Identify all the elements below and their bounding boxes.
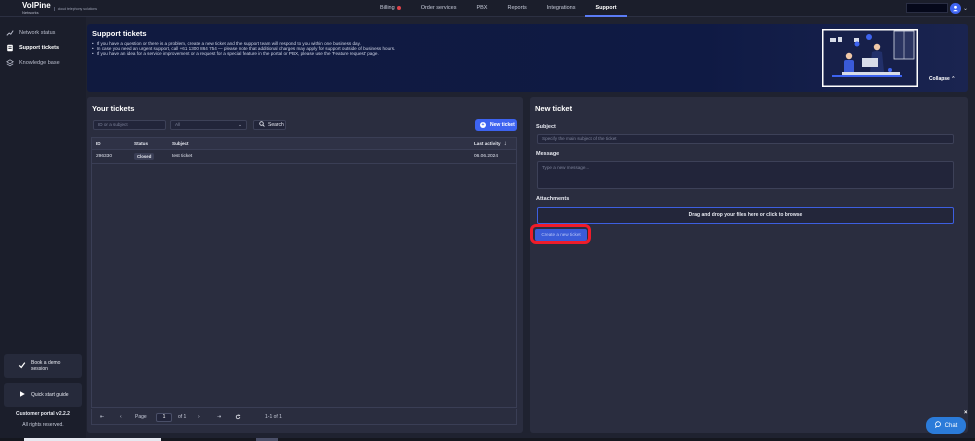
column-subject[interactable]: Subject xyxy=(172,138,189,149)
sidebar-item-support-tickets[interactable]: Support tickets xyxy=(6,42,59,54)
column-status[interactable]: Status xyxy=(134,138,148,149)
logo-name: VolPine xyxy=(22,1,51,10)
new-ticket-panel: New ticket xyxy=(530,97,968,433)
nav-support[interactable]: Support xyxy=(585,0,627,17)
highlight-annotation xyxy=(530,224,591,244)
nav-order-services-label: Order services xyxy=(420,5,457,11)
sidebar-item-label: Support tickets xyxy=(19,45,60,51)
nav-billing-label: Billing xyxy=(380,5,395,11)
next-page-icon[interactable]: › xyxy=(198,409,200,425)
close-icon[interactable]: × xyxy=(964,410,968,416)
column-last-activity-label: Last activity xyxy=(474,141,501,146)
banner-info-list: If you have a question or there is a pro… xyxy=(92,41,396,57)
nav-support-label: Support xyxy=(595,5,617,11)
nav-reports-label: Reports xyxy=(507,5,527,11)
column-id[interactable]: ID xyxy=(96,138,101,149)
new-ticket-label: New ticket xyxy=(490,122,515,128)
ticket-id: 296330 xyxy=(96,154,113,159)
subject-label: Subject xyxy=(536,124,556,130)
chat-label: Chat xyxy=(944,422,958,429)
book-demo-card[interactable]: Book a demo session xyxy=(4,354,82,378)
plus-icon: + xyxy=(480,122,486,128)
attachments-label: Attachments xyxy=(536,196,570,202)
tickets-table: ID Status Subject Last activity ↓ 296330… xyxy=(91,137,517,408)
check-icon xyxy=(18,361,26,371)
table-header: ID Status Subject Last activity ↓ xyxy=(92,138,516,150)
message-textarea[interactable]: Type a new message... xyxy=(537,161,954,189)
search-button[interactable]: Search xyxy=(253,120,286,130)
file-dropzone[interactable]: Drag and drop your files here or click t… xyxy=(537,207,954,224)
logo-sub: Networks xyxy=(22,10,39,15)
portal-version: Customer portal v2.2.2 xyxy=(16,411,70,417)
nav-integrations-label: Integrations xyxy=(546,5,576,11)
company-logo[interactable]: VolPine Networks cloud telephony solutio… xyxy=(22,1,97,16)
new-ticket-title: New ticket xyxy=(535,104,573,113)
pagination-bar: ⇤ ‹ Page 1 of 1 › ⇥ 1-1 of 1 xyxy=(91,409,517,425)
account-name-box[interactable] xyxy=(906,3,948,13)
column-last-activity[interactable]: Last activity ↓ xyxy=(474,138,507,149)
message-label: Message xyxy=(536,151,560,157)
new-ticket-button[interactable]: + New ticket xyxy=(475,119,517,131)
nav-pbx-label: PBX xyxy=(476,5,488,11)
book-demo-label: Book a demo session xyxy=(31,360,61,372)
ticket-search-input[interactable]: ID or a subject xyxy=(93,120,166,130)
page-total: of 1 xyxy=(178,414,187,420)
support-info-banner: Support tickets If you have a question o… xyxy=(87,24,968,92)
table-row[interactable]: 296330 Closed test ticket 06.06.2024 xyxy=(92,150,516,164)
user-avatar-icon[interactable] xyxy=(950,3,961,14)
your-tickets-title: Your tickets xyxy=(92,104,135,113)
top-navigation-bar: VolPine Networks cloud telephony solutio… xyxy=(0,0,975,17)
logo-tagline: cloud telephony solutions xyxy=(53,6,97,11)
sidebar-item-knowledge-base[interactable]: Knowledge base xyxy=(6,57,60,69)
subject-input[interactable]: Specify the main subject of the ticket xyxy=(537,134,954,144)
ticket-last-activity: 06.06.2024 xyxy=(474,154,499,159)
search-button-label: Search xyxy=(268,122,284,128)
play-icon xyxy=(18,390,26,400)
status-badge: Closed xyxy=(134,153,155,160)
nav-reports[interactable]: Reports xyxy=(497,0,536,17)
subject-placeholder: Specify the main subject of the ticket xyxy=(542,136,617,141)
collapse-button[interactable]: Collapse ⌃ xyxy=(929,76,955,82)
nav-billing[interactable]: Billing xyxy=(370,0,411,17)
sidebar-item-label: Network status xyxy=(19,30,56,36)
chat-bubble-icon xyxy=(934,421,942,430)
alert-dot-icon xyxy=(396,5,401,10)
chevron-down-icon[interactable]: ⌄ xyxy=(963,5,968,12)
page-range: 1-1 of 1 xyxy=(265,414,282,420)
nav-order-services[interactable]: Order services xyxy=(411,0,467,17)
chevron-up-icon: ⌃ xyxy=(951,76,956,82)
nav-integrations[interactable]: Integrations xyxy=(537,0,586,17)
search-placeholder: ID or a subject xyxy=(98,122,128,127)
nav-pbx[interactable]: PBX xyxy=(466,0,497,17)
sort-arrow-down-icon: ↓ xyxy=(503,140,507,147)
ticket-icon xyxy=(6,44,14,52)
refresh-icon[interactable] xyxy=(235,409,241,425)
quick-start-card[interactable]: Quick start guide xyxy=(4,383,82,407)
layers-icon xyxy=(6,59,14,67)
first-page-icon[interactable]: ⇤ xyxy=(100,409,104,425)
support-team-illustration xyxy=(822,29,918,87)
quick-start-label: Quick start guide xyxy=(31,392,69,398)
status-filter-value: All xyxy=(175,122,181,127)
message-placeholder: Type a new message... xyxy=(542,165,590,170)
last-page-icon[interactable]: ⇥ xyxy=(217,409,221,425)
sidebar: Network status Support tickets Knowledge… xyxy=(0,17,86,441)
chat-button[interactable]: Chat xyxy=(926,417,966,434)
prev-page-icon[interactable]: ‹ xyxy=(120,409,122,425)
banner-title: Support tickets xyxy=(92,29,147,38)
banner-line: If you have an idea for a service improv… xyxy=(92,51,395,56)
page-label: Page xyxy=(135,414,147,420)
sidebar-item-label: Knowledge base xyxy=(19,60,60,66)
chevron-down-icon: ⌄ xyxy=(238,122,242,127)
page-number-input[interactable]: 1 xyxy=(156,412,172,422)
chart-line-icon xyxy=(6,29,14,37)
search-icon xyxy=(259,121,265,129)
rights-text: All rights reserved. xyxy=(22,422,64,428)
collapse-label: Collapse xyxy=(929,76,950,82)
sidebar-item-network-status[interactable]: Network status xyxy=(6,27,55,39)
main-nav: Billing Order services PBX Reports Integ… xyxy=(370,0,627,17)
status-filter-select[interactable]: All ⌄ xyxy=(170,120,247,130)
ticket-subject: test ticket xyxy=(172,154,193,159)
